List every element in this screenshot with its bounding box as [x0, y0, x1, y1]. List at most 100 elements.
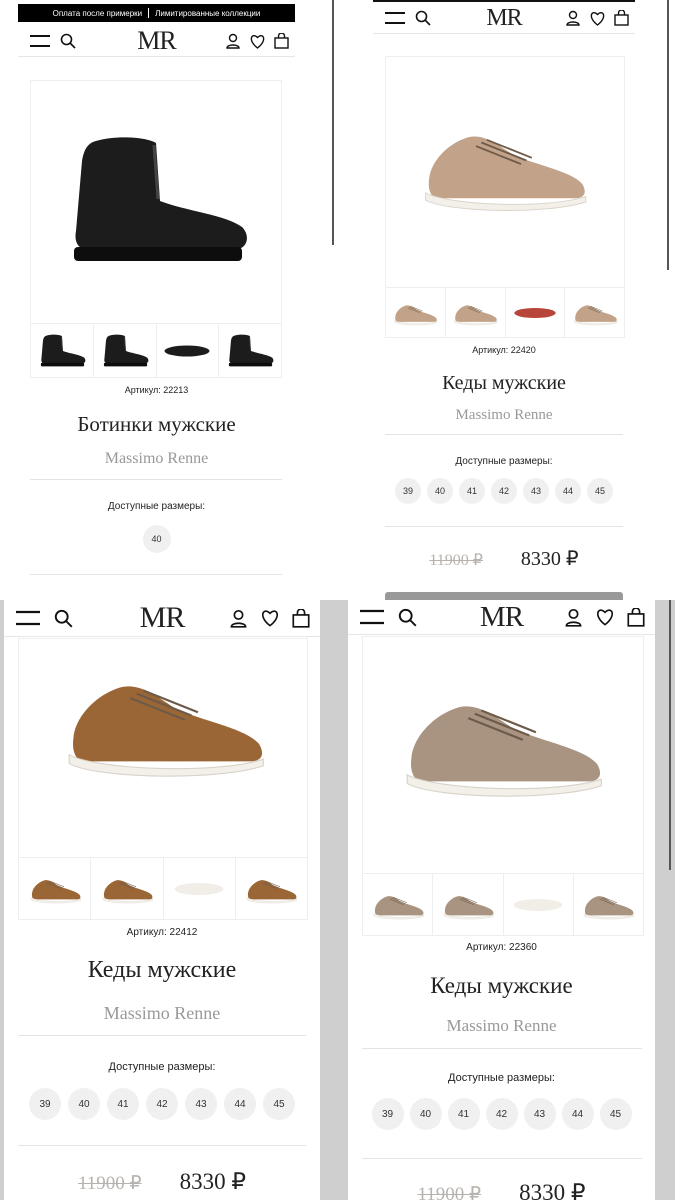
account-icon[interactable] [564, 608, 583, 627]
account-icon[interactable] [229, 609, 248, 628]
product-gallery [362, 636, 644, 936]
menu-icon[interactable] [16, 610, 40, 626]
size-option[interactable]: 43 [185, 1088, 217, 1120]
size-option[interactable]: 40 [142, 525, 171, 553]
size-option[interactable]: 42 [146, 1088, 178, 1120]
thumbnail-1[interactable] [31, 324, 94, 378]
sizes-label: Доступные размеры: [108, 1061, 216, 1073]
article-number: Артикул: 22420 [472, 345, 536, 355]
product-brand[interactable]: Massimo Renne [348, 1016, 655, 1036]
size-option[interactable]: 40 [68, 1088, 100, 1120]
size-option[interactable]: 41 [107, 1088, 139, 1120]
product-brand[interactable]: Massimo Renne [18, 450, 295, 468]
site-logo[interactable]: MR [486, 5, 522, 32]
thumbnail-4[interactable] [574, 874, 643, 936]
thumbnail-3[interactable] [504, 874, 574, 936]
old-price: 11900 ₽ [429, 552, 483, 569]
product-title: Кеды мужские [442, 372, 566, 394]
price-row: 11900 ₽ 8330 ₽ [373, 546, 635, 571]
add-to-cart-button[interactable] [385, 592, 623, 600]
wishlist-icon[interactable] [249, 34, 266, 49]
thumbnail-3[interactable] [506, 288, 566, 338]
size-option[interactable]: 43 [523, 478, 549, 504]
main-product-image[interactable] [413, 115, 593, 215]
product-gallery [30, 80, 282, 378]
cart-icon[interactable] [614, 10, 629, 26]
search-icon[interactable] [398, 608, 417, 627]
product-brand[interactable]: Massimo Renne [373, 407, 635, 424]
size-option[interactable]: 40 [409, 1098, 442, 1130]
size-option[interactable]: 39 [29, 1088, 61, 1120]
size-option[interactable]: 45 [587, 478, 613, 504]
thumbnail-strip [363, 873, 643, 936]
main-product-image[interactable] [53, 661, 273, 781]
main-product-image[interactable] [56, 131, 256, 271]
size-list: 39 40 41 42 43 44 45 [348, 1098, 655, 1130]
account-icon[interactable] [225, 33, 241, 49]
account-icon[interactable] [565, 10, 581, 26]
thumbnail-3[interactable] [157, 324, 220, 378]
thumbnail-2[interactable] [433, 874, 504, 936]
divider [385, 526, 623, 527]
cart-icon[interactable] [627, 607, 645, 627]
wishlist-icon[interactable] [260, 609, 280, 627]
size-option[interactable]: 41 [459, 478, 485, 504]
thumbnail-3[interactable] [164, 858, 236, 920]
sale-price: 8330 ₽ [519, 1180, 586, 1200]
product-brand[interactable]: Massimo Renne [4, 1003, 320, 1024]
product-gallery [18, 638, 308, 920]
promo-separator [148, 8, 150, 18]
main-product-image[interactable] [391, 681, 611, 801]
product-panel-2: MR Артикул: 22420 Кеды мужские Massimo R… [373, 0, 669, 600]
size-option[interactable]: 40 [427, 478, 453, 504]
size-option[interactable]: 44 [224, 1088, 256, 1120]
menu-icon[interactable] [385, 11, 405, 25]
search-icon[interactable] [60, 33, 76, 49]
size-option[interactable]: 39 [371, 1098, 404, 1130]
size-option[interactable]: 42 [491, 478, 517, 504]
thumbnail-2[interactable] [446, 288, 506, 338]
thumbnail-2[interactable] [94, 324, 157, 378]
size-option[interactable]: 43 [523, 1098, 556, 1130]
scrollbar[interactable] [669, 600, 671, 870]
cart-icon[interactable] [292, 608, 310, 628]
scrollbar[interactable] [667, 0, 669, 270]
size-option[interactable]: 45 [599, 1098, 632, 1130]
size-option[interactable]: 39 [395, 478, 421, 504]
article-number: Артикул: 22213 [124, 385, 189, 395]
site-header: MR [373, 3, 635, 34]
divider [362, 1048, 642, 1049]
wishlist-icon[interactable] [589, 11, 606, 26]
old-price: 11900 ₽ [417, 1184, 482, 1200]
search-icon[interactable] [415, 10, 431, 26]
thumbnail-1[interactable] [386, 288, 446, 338]
product-panel-1: Оплата после примерки Лимитированные кол… [18, 0, 295, 590]
promo-limited-link[interactable]: Лимитированные коллекции [155, 9, 260, 18]
site-logo[interactable]: MR [137, 26, 176, 56]
sale-price: 8330 ₽ [520, 548, 579, 570]
size-option[interactable]: 44 [555, 478, 581, 504]
promo-bar: Оплата после примерки Лимитированные кол… [18, 4, 295, 22]
product-panel-3: MR Артикул: 22412 Кеды мужские Massimo R… [4, 600, 320, 1200]
size-option[interactable]: 44 [561, 1098, 594, 1130]
wishlist-icon[interactable] [595, 608, 615, 626]
divider [385, 434, 623, 435]
cart-icon[interactable] [274, 33, 289, 49]
thumbnail-1[interactable] [19, 858, 92, 920]
menu-icon[interactable] [30, 34, 50, 48]
price-row: 11900 ₽ 8330 ₽ [348, 1180, 655, 1200]
thumbnail-4[interactable] [219, 324, 281, 378]
thumbnail-4[interactable] [236, 858, 307, 920]
site-logo[interactable]: MR [480, 601, 524, 634]
site-logo[interactable]: MR [140, 601, 186, 635]
size-option[interactable]: 45 [263, 1088, 295, 1120]
menu-icon[interactable] [360, 609, 384, 625]
thumbnail-1[interactable] [363, 874, 434, 936]
thumbnail-4[interactable] [565, 288, 624, 338]
thumbnail-2[interactable] [91, 858, 164, 920]
promo-payment-link[interactable]: Оплата после примерки [53, 9, 142, 18]
size-option[interactable]: 42 [485, 1098, 518, 1130]
size-list: 39 40 41 42 43 44 45 [373, 478, 635, 504]
size-option[interactable]: 41 [447, 1098, 480, 1130]
search-icon[interactable] [54, 609, 73, 628]
